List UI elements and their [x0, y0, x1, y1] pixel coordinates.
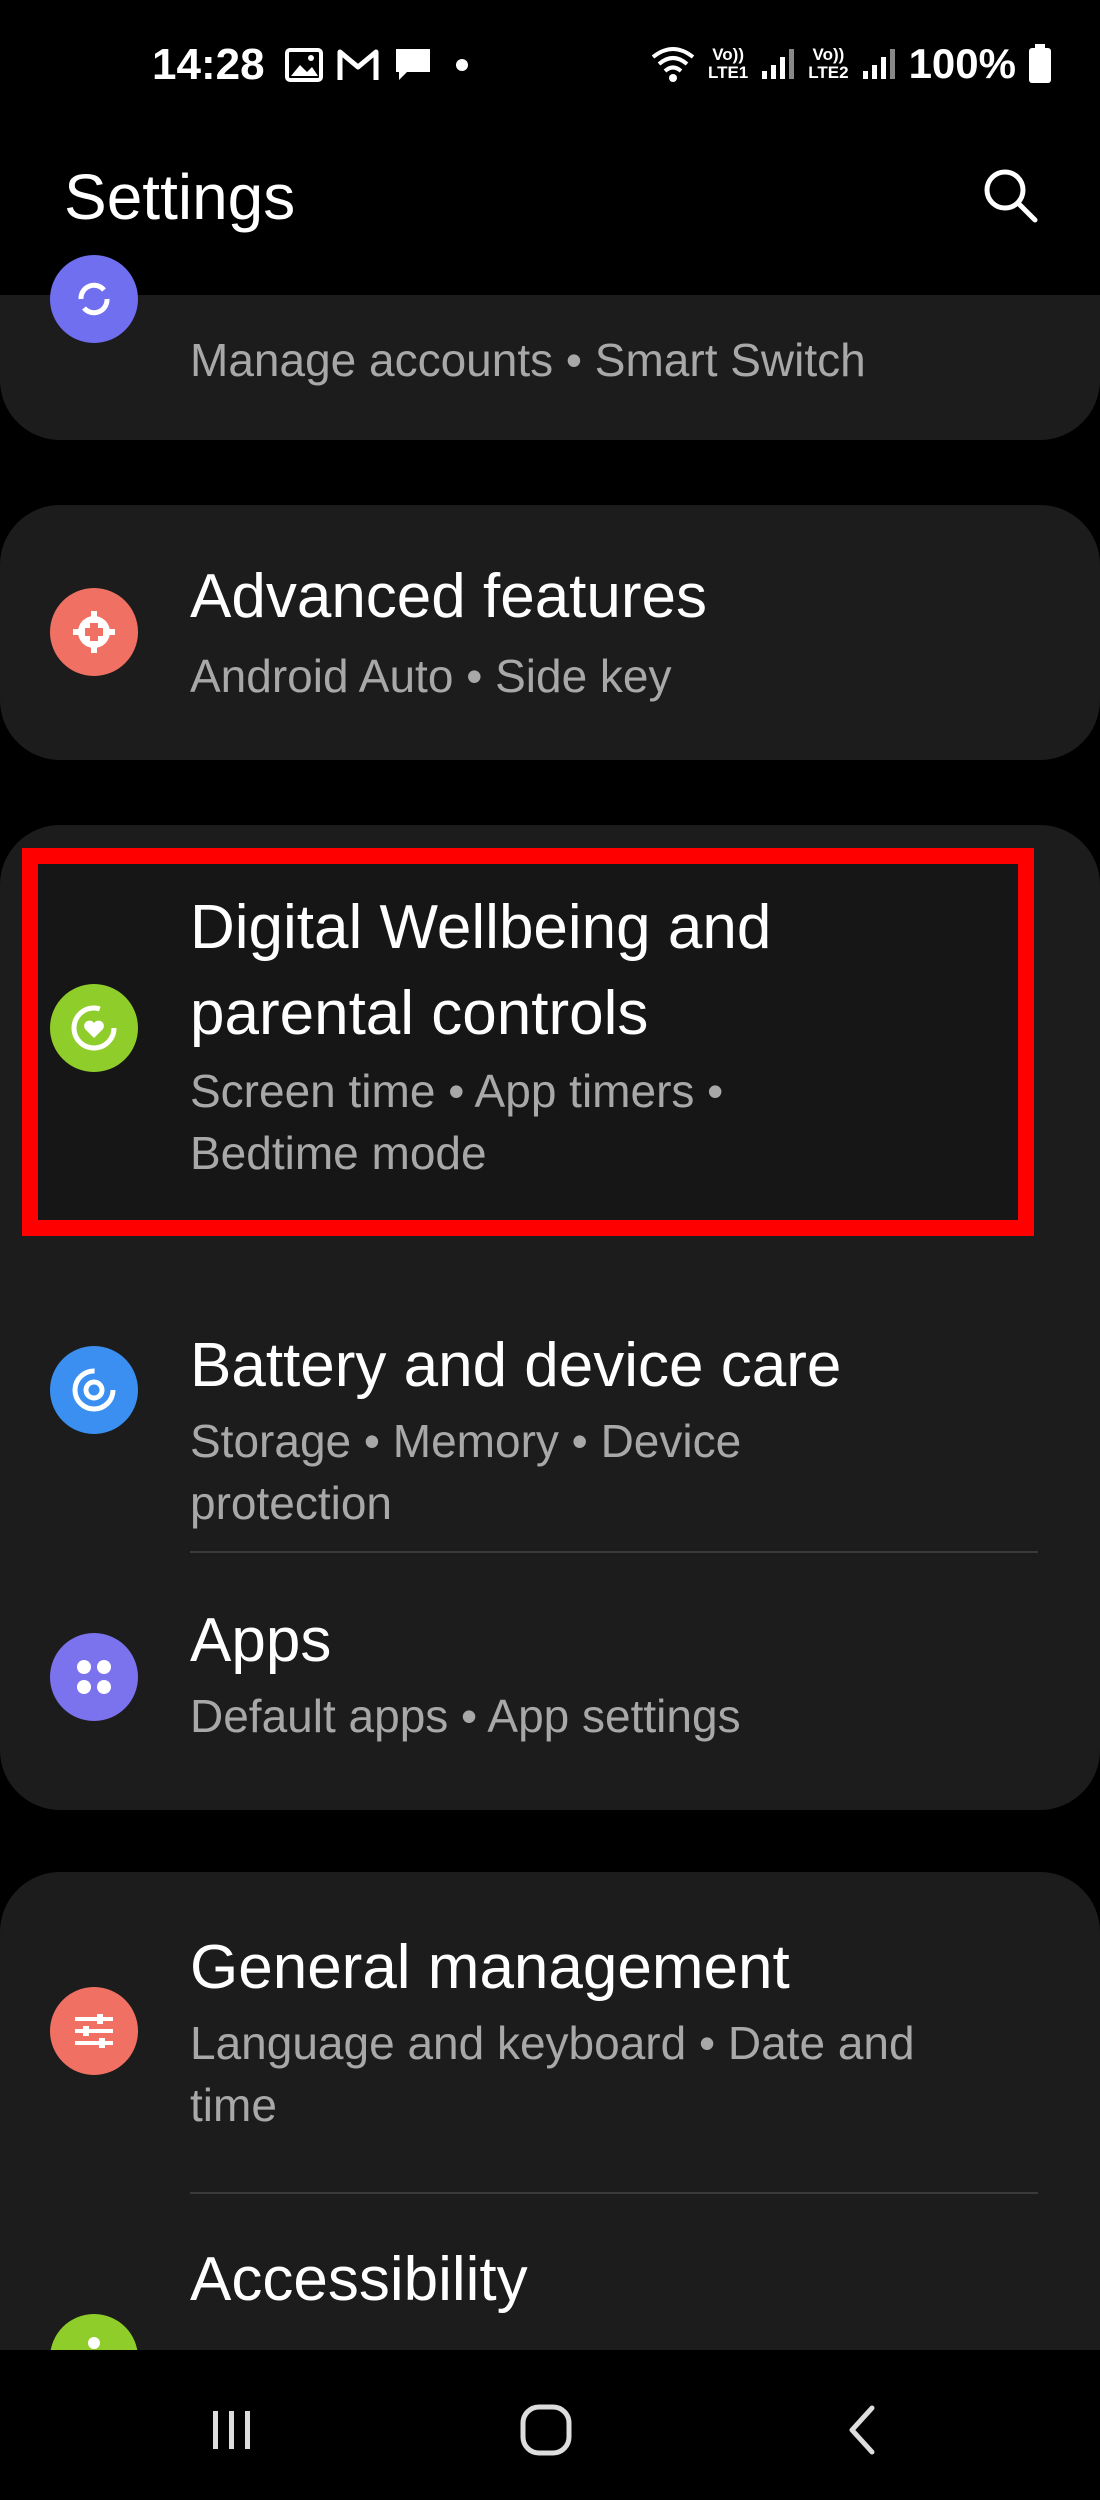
settings-item-apps[interactable]: Apps Default apps • App settings [0, 1553, 1100, 1808]
settings-card-advanced: Advanced features Android Auto • Side ke… [0, 505, 1100, 760]
heart-circle-icon [50, 984, 138, 1072]
sliders-icon [50, 1987, 138, 2075]
home-button[interactable] [506, 2390, 586, 2470]
status-time: 14:28 [152, 40, 265, 89]
settings-item-subtitle: protection [190, 1477, 393, 1529]
settings-item-subtitle: Manage accounts • Smart Switch [190, 334, 866, 386]
settings-item-accounts[interactable]: Manage accounts • Smart Switch [0, 255, 1100, 440]
device-care-icon [50, 1346, 138, 1434]
signal-icon [862, 49, 895, 79]
settings-item-subtitle: Android Auto • Side key [190, 650, 672, 702]
status-bar: 14:28 Vo)) LTE1 Vo)) LTE2 100% [0, 0, 1100, 140]
dot-icon [456, 59, 468, 71]
back-button[interactable] [822, 2390, 902, 2470]
back-icon [849, 2405, 875, 2455]
settings-item-subtitle: time [190, 2079, 277, 2131]
settings-item-digital-wellbeing[interactable]: Digital Wellbeing and parental controls … [0, 848, 1100, 1238]
settings-item-subtitle: Language and keyboard • Date and [190, 2017, 915, 2069]
sync-icon [50, 255, 138, 343]
battery-percent: 100% [908, 40, 1016, 87]
settings-item-subtitle: Screen time • App timers • [190, 1065, 724, 1117]
settings-item-subtitle: Default apps • App settings [190, 1690, 741, 1742]
navigation-bar [0, 2350, 1100, 2500]
sim1-label: Vo)) LTE1 [707, 45, 749, 82]
settings-item-advanced-features[interactable]: Advanced features Android Auto • Side ke… [0, 505, 1100, 760]
settings-item-title: General management [190, 1933, 790, 2002]
settings-item-subtitle: Bedtime mode [190, 1127, 487, 1179]
page-title: Settings [64, 161, 296, 233]
settings-item-title: Advanced features [190, 562, 708, 631]
message-icon [396, 49, 430, 80]
search-button[interactable] [980, 165, 1040, 225]
status-right-icons: Vo)) LTE1 Vo)) LTE2 100% [650, 40, 1052, 88]
settings-item-title: Apps [190, 1606, 332, 1675]
settings-item-battery-device-care[interactable]: Battery and device care Storage • Memory… [0, 1250, 1100, 1550]
settings-item-subtitle: Storage • Memory • Device [190, 1415, 742, 1467]
settings-item-title: Accessibility [190, 2245, 528, 2314]
settings-item-title: Digital Wellbeing and [190, 893, 772, 962]
recents-icon [213, 2411, 250, 2449]
search-icon [984, 169, 1038, 223]
home-icon [520, 2404, 572, 2456]
notification-icons [285, 46, 477, 84]
battery-icon [1029, 44, 1051, 83]
settings-item-title: parental controls [190, 979, 649, 1048]
apps-grid-icon [50, 1633, 138, 1721]
signal-icon [762, 49, 795, 79]
gear-plus-icon [50, 588, 138, 676]
wifi-icon [651, 47, 695, 82]
settings-card-accounts: Manage accounts • Smart Switch [0, 255, 1100, 440]
gallery-icon [285, 48, 323, 82]
recents-button[interactable] [192, 2390, 272, 2470]
settings-item-title: Battery and device care [190, 1331, 842, 1400]
settings-item-accessibility[interactable]: Accessibility [0, 2194, 1100, 2350]
sim2-label: Vo)) LTE2 [808, 45, 849, 82]
settings-item-general-management[interactable]: General management Language and keyboard… [0, 1872, 1100, 2192]
gmail-icon [337, 49, 379, 80]
accessibility-icon [50, 2314, 138, 2350]
